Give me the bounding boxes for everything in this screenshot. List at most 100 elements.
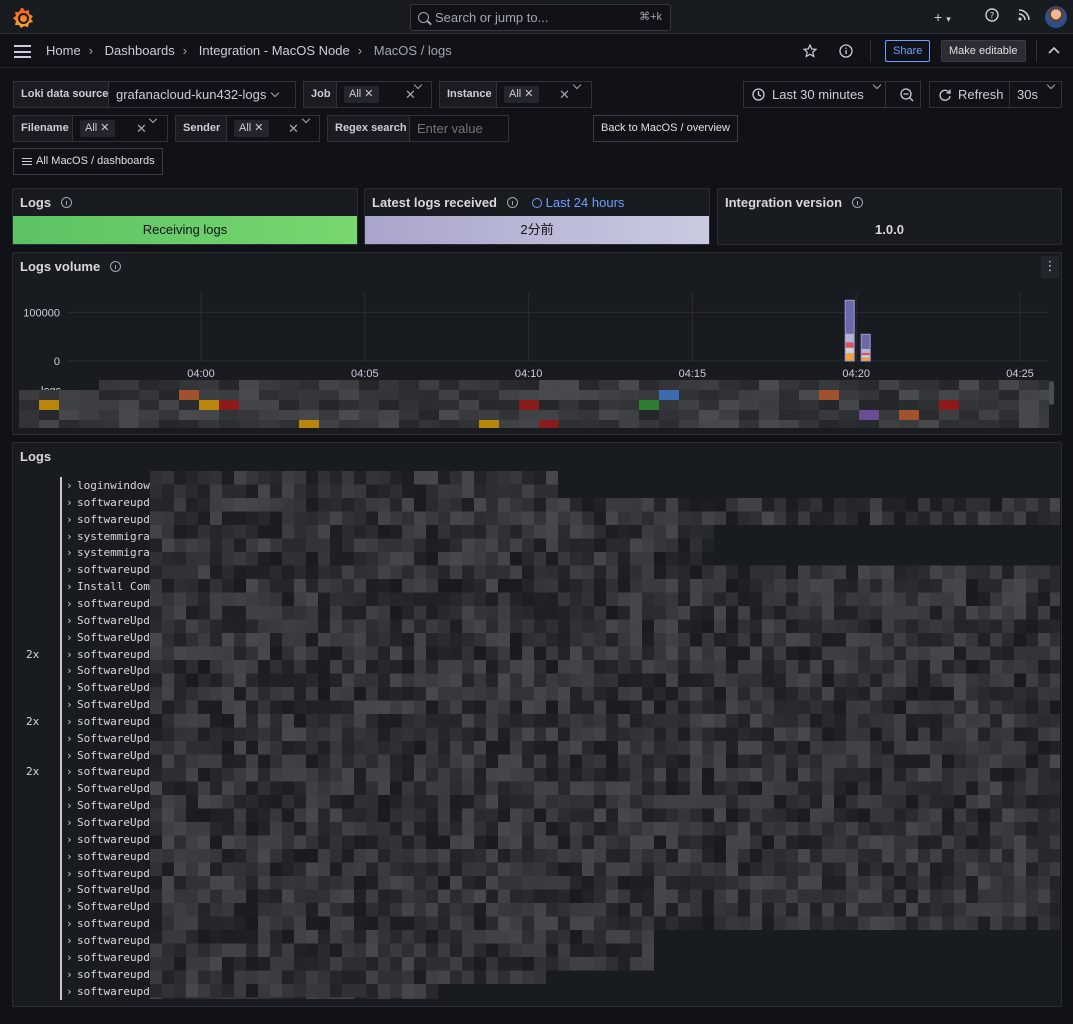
- refresh-icon: [939, 89, 951, 101]
- expand-chevron-icon[interactable]: ›: [66, 797, 73, 814]
- datasource-value: grafanacloud-kun432-logs: [116, 87, 267, 102]
- clear-icon[interactable]: ✕: [136, 116, 147, 141]
- panel-menu-icon[interactable]: ⋮: [1041, 256, 1059, 278]
- expand-chevron-icon[interactable]: ›: [66, 831, 73, 848]
- y-tick-label: 0: [54, 356, 60, 368]
- expand-chevron-icon[interactable]: ›: [66, 612, 73, 629]
- log-level-indicator: [60, 780, 62, 798]
- log-level-indicator: [60, 510, 62, 528]
- instance-chip[interactable]: All ✕: [504, 86, 539, 103]
- log-level-indicator: [60, 830, 62, 848]
- expand-chevron-icon[interactable]: ›: [66, 848, 73, 865]
- back-to-overview-link[interactable]: Back to MacOS / overview: [593, 115, 738, 142]
- info-icon[interactable]: [61, 197, 73, 208]
- regex-label: Regex search: [327, 115, 415, 142]
- search-icon: [418, 12, 429, 23]
- expand-chevron-icon[interactable]: ›: [66, 966, 73, 983]
- filename-chip[interactable]: All ✕: [80, 120, 115, 137]
- expand-chevron-icon[interactable]: ›: [66, 595, 73, 612]
- clear-icon[interactable]: ✕: [288, 116, 299, 141]
- legend-scrollbar[interactable]: [1049, 381, 1054, 405]
- log-level-indicator: [60, 864, 62, 882]
- log-level-indicator: [60, 948, 62, 966]
- top-bar: Search or jump to... ⌘+k + ▾ ?: [0, 0, 1073, 34]
- star-icon[interactable]: [803, 44, 817, 58]
- regex-search-input[interactable]: [409, 115, 509, 142]
- zoom-out-icon[interactable]: [900, 88, 914, 102]
- expand-chevron-icon[interactable]: ›: [66, 730, 73, 747]
- chevron-down-icon: [1046, 80, 1056, 90]
- expand-chevron-icon[interactable]: ›: [66, 747, 73, 764]
- refresh-button[interactable]: Refresh: [958, 82, 1004, 107]
- expand-chevron-icon[interactable]: ›: [66, 494, 73, 511]
- help-icon[interactable]: ?: [985, 7, 999, 27]
- datasource-select[interactable]: grafanacloud-kun432-logs: [108, 81, 296, 108]
- expand-chevron-icon[interactable]: ›: [66, 763, 73, 780]
- x-tick-label: 04:15: [679, 368, 707, 380]
- job-select[interactable]: All ✕ ✕: [336, 80, 432, 108]
- expand-chevron-icon[interactable]: ›: [66, 915, 73, 932]
- filename-select[interactable]: All ✕ ✕: [72, 114, 168, 142]
- breadcrumb-home[interactable]: Home: [46, 43, 81, 58]
- refresh-picker[interactable]: Refresh 30s: [929, 80, 1062, 108]
- clear-icon[interactable]: ✕: [559, 82, 570, 107]
- chevron-down-icon: [301, 114, 311, 124]
- expand-chevron-icon[interactable]: ›: [66, 662, 73, 679]
- expand-chevron-icon[interactable]: ›: [66, 646, 73, 663]
- breadcrumb-integration[interactable]: Integration - MacOS Node: [199, 43, 350, 58]
- job-chip[interactable]: All ✕: [344, 86, 379, 103]
- make-editable-button[interactable]: Make editable: [941, 40, 1026, 62]
- search-input[interactable]: Search or jump to... ⌘+k: [410, 4, 671, 31]
- expand-chevron-icon[interactable]: ›: [66, 528, 73, 545]
- breadcrumb-dashboards[interactable]: Dashboards: [105, 43, 175, 58]
- expand-chevron-icon[interactable]: ›: [66, 578, 73, 595]
- dashboard-info-icon[interactable]: [839, 44, 853, 58]
- expand-chevron-icon[interactable]: ›: [66, 544, 73, 561]
- breadcrumb-bar: Home › Dashboards › Integration - MacOS No…: [0, 34, 1073, 68]
- info-icon[interactable]: [507, 197, 518, 208]
- sender-chip[interactable]: All ✕: [234, 120, 269, 137]
- expand-chevron-icon[interactable]: ›: [66, 629, 73, 646]
- expand-chevron-icon[interactable]: ›: [66, 814, 73, 831]
- log-level-indicator: [60, 898, 62, 916]
- log-level-indicator: [60, 527, 62, 545]
- log-level-indicator: [60, 847, 62, 865]
- log-level-indicator: [60, 881, 62, 899]
- time-range-picker[interactable]: Last 30 minutes: [743, 80, 921, 108]
- expand-chevron-icon[interactable]: ›: [66, 713, 73, 730]
- log-level-indicator: [60, 477, 62, 494]
- info-icon[interactable]: [110, 261, 122, 272]
- collapse-icon[interactable]: [1048, 46, 1060, 56]
- expand-chevron-icon[interactable]: ›: [66, 983, 73, 1000]
- news-icon[interactable]: [1017, 7, 1031, 27]
- expand-chevron-icon[interactable]: ›: [66, 561, 73, 578]
- instance-select[interactable]: All ✕ ✕: [496, 80, 592, 108]
- x-tick-label: 04:25: [1006, 368, 1034, 380]
- user-avatar[interactable]: [1045, 6, 1067, 28]
- sender-label: Sender: [175, 115, 229, 142]
- info-icon[interactable]: [852, 197, 864, 208]
- menu-icon[interactable]: [14, 45, 31, 58]
- expand-chevron-icon[interactable]: ›: [66, 511, 73, 528]
- expand-chevron-icon[interactable]: ›: [66, 932, 73, 949]
- grafana-logo-icon[interactable]: [12, 7, 34, 29]
- refresh-interval[interactable]: 30s: [1017, 82, 1038, 107]
- expand-chevron-icon[interactable]: ›: [66, 949, 73, 966]
- share-button[interactable]: Share: [885, 40, 931, 62]
- keyboard-shortcut: ⌘+k: [639, 11, 662, 23]
- plus-icon[interactable]: + ▾: [934, 7, 951, 27]
- expand-chevron-icon[interactable]: ›: [66, 898, 73, 915]
- time-range-value: Last 30 minutes: [772, 87, 864, 102]
- sender-select[interactable]: All ✕ ✕: [226, 114, 320, 142]
- redacted-legend: [19, 380, 1049, 428]
- all-dashboards-link[interactable]: All MacOS / dashboards: [13, 148, 163, 175]
- integration-version-panel: Integration version 1.0.0: [717, 188, 1062, 245]
- expand-chevron-icon[interactable]: ›: [66, 881, 73, 898]
- chevron-down-icon: [872, 80, 882, 90]
- expand-chevron-icon[interactable]: ›: [66, 780, 73, 797]
- expand-chevron-icon[interactable]: ›: [66, 679, 73, 696]
- expand-chevron-icon[interactable]: ›: [66, 865, 73, 882]
- expand-chevron-icon[interactable]: ›: [66, 477, 73, 494]
- expand-chevron-icon[interactable]: ›: [66, 696, 73, 713]
- filename-label: Filename: [13, 115, 77, 142]
